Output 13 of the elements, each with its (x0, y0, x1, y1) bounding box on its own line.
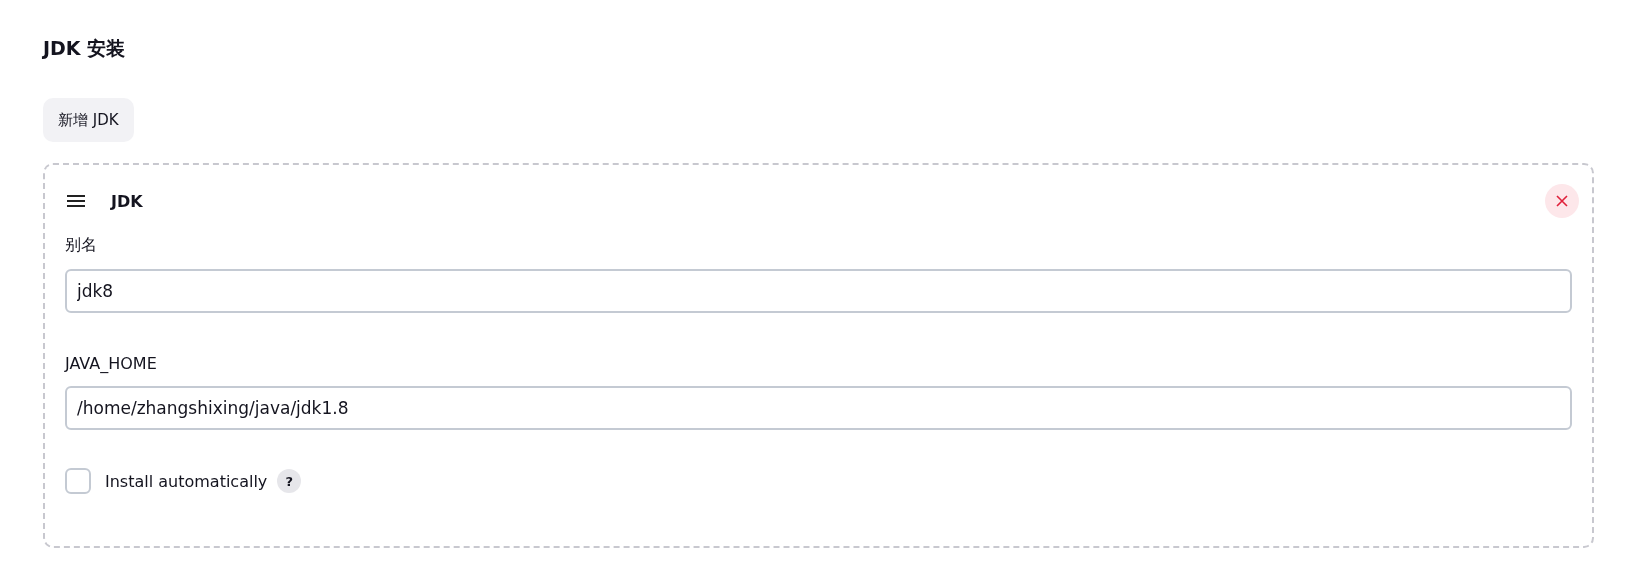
section-title: JDK 安装 (43, 36, 127, 60)
field-label: 别名 (65, 235, 98, 256)
close-button[interactable] (1545, 184, 1579, 218)
help-button[interactable]: ? (277, 469, 302, 493)
close-icon (1555, 194, 1569, 208)
input-field[interactable]: jdk8 (65, 269, 1572, 313)
checkbox[interactable] (65, 468, 91, 494)
field-label: JAVA_HOME (65, 354, 158, 373)
drag-handle-icon[interactable] (66, 194, 86, 208)
checkbox-label[interactable]: Install automatically (105, 471, 268, 491)
add-jdk-button[interactable]: 新增 JDK (43, 98, 134, 142)
card-title: JDK (111, 191, 143, 211)
input-field[interactable]: /home/zhangshixing/java/jdk1.8 (65, 386, 1572, 430)
